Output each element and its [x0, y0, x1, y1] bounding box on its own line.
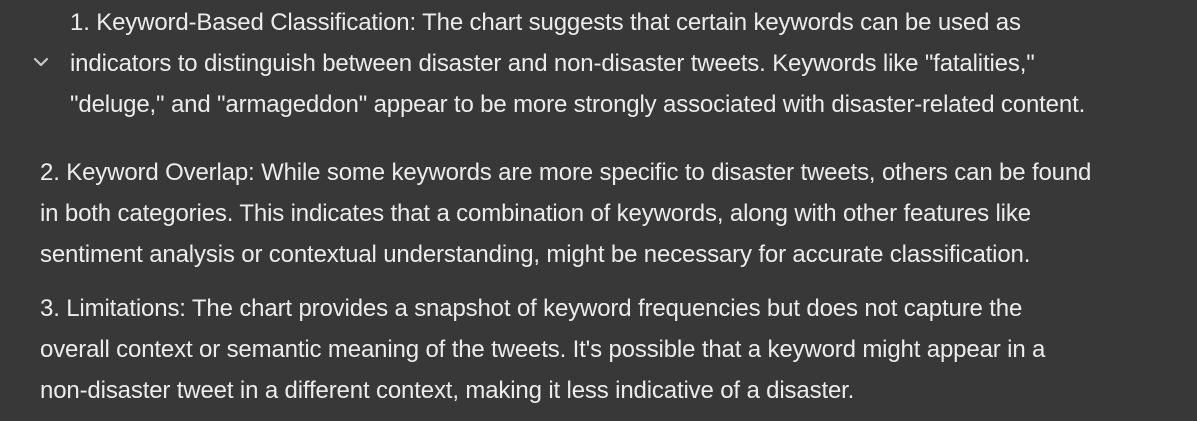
point-keyword-overlap: 2. Keyword Overlap: While some keywords …: [40, 159, 1092, 268]
point-limitations: 3. Limitations: The chart provides a sna…: [40, 295, 1046, 404]
chevron-down-icon[interactable]: [32, 53, 50, 71]
point-keyword-based-classification: 1. Keyword-Based Classification: The cha…: [70, 9, 1086, 118]
